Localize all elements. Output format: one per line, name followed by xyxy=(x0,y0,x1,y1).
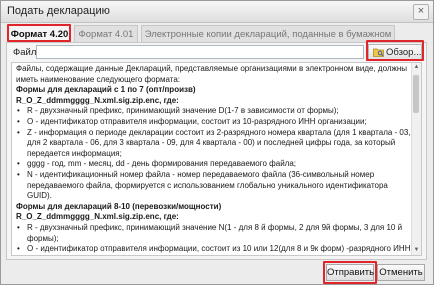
list-item: N - идентификационный номер файла - номе… xyxy=(16,170,412,202)
tab-format-4-01[interactable]: Формат 4.01 xyxy=(74,25,138,42)
tab-paper-copies[interactable]: Электронные копии деклараций, поданные в… xyxy=(141,25,395,57)
vertical-scrollbar[interactable]: ▲ ▼ xyxy=(411,63,421,255)
close-button[interactable]: × xyxy=(413,4,429,20)
submit-declaration-dialog: Подать декларацию × Формат 4.20 Формат 4… xyxy=(0,0,434,285)
section2-pattern: R_O_Z_ddmmgggg_N.xml.sig.zip.enc, где: xyxy=(16,212,179,222)
browse-highlight xyxy=(366,40,424,61)
list-item: R - двухзначный префикс, принимающий зна… xyxy=(16,223,412,244)
section1-heading: Формы для деклараций с 1 по 7 (опт/произ… xyxy=(16,85,196,95)
file-naming-description: Файлы, содержащие данные Деклараций, пре… xyxy=(11,62,422,256)
format-panel: Файл: Обзор... Файлы, содержащие данные … xyxy=(6,42,427,260)
section1-list: R - двухзначный префикс, принимающий зна… xyxy=(16,106,412,201)
scroll-down-icon[interactable]: ▼ xyxy=(412,246,421,255)
section1-pattern: R_O_Z_ddmmgggg_N.xml.sig.zip.enc, где: xyxy=(16,95,179,105)
title-bar: Подать декларацию × xyxy=(1,1,433,23)
list-item: Z - информация о периоде декларации сост… xyxy=(16,128,412,160)
list-item: O - идентификатор отправителя информации… xyxy=(16,117,412,128)
scroll-thumb[interactable] xyxy=(413,75,419,113)
send-highlight xyxy=(323,261,377,284)
description-text: Файлы, содержащие данные Деклараций, пре… xyxy=(16,64,412,255)
list-item: gggg - год, mm - месяц, dd - день формир… xyxy=(16,159,412,170)
section2-heading: Формы для деклараций 8-10 (перевозки/мощ… xyxy=(16,201,222,211)
list-item: R - двухзначный префикс, принимающий зна… xyxy=(16,106,412,117)
scroll-up-icon[interactable]: ▲ xyxy=(412,63,421,72)
active-tab-highlight xyxy=(7,24,71,42)
cancel-button[interactable]: Отменить xyxy=(377,264,425,281)
intro-text: Файлы, содержащие данные Деклараций, пре… xyxy=(16,64,408,84)
list-item: O - идентификатор отправителя информации… xyxy=(16,244,412,255)
file-path-input[interactable] xyxy=(36,45,364,59)
section2-list: R - двухзначный префикс, принимающий зна… xyxy=(16,223,412,255)
dialog-title: Подать декларацию xyxy=(7,5,110,17)
